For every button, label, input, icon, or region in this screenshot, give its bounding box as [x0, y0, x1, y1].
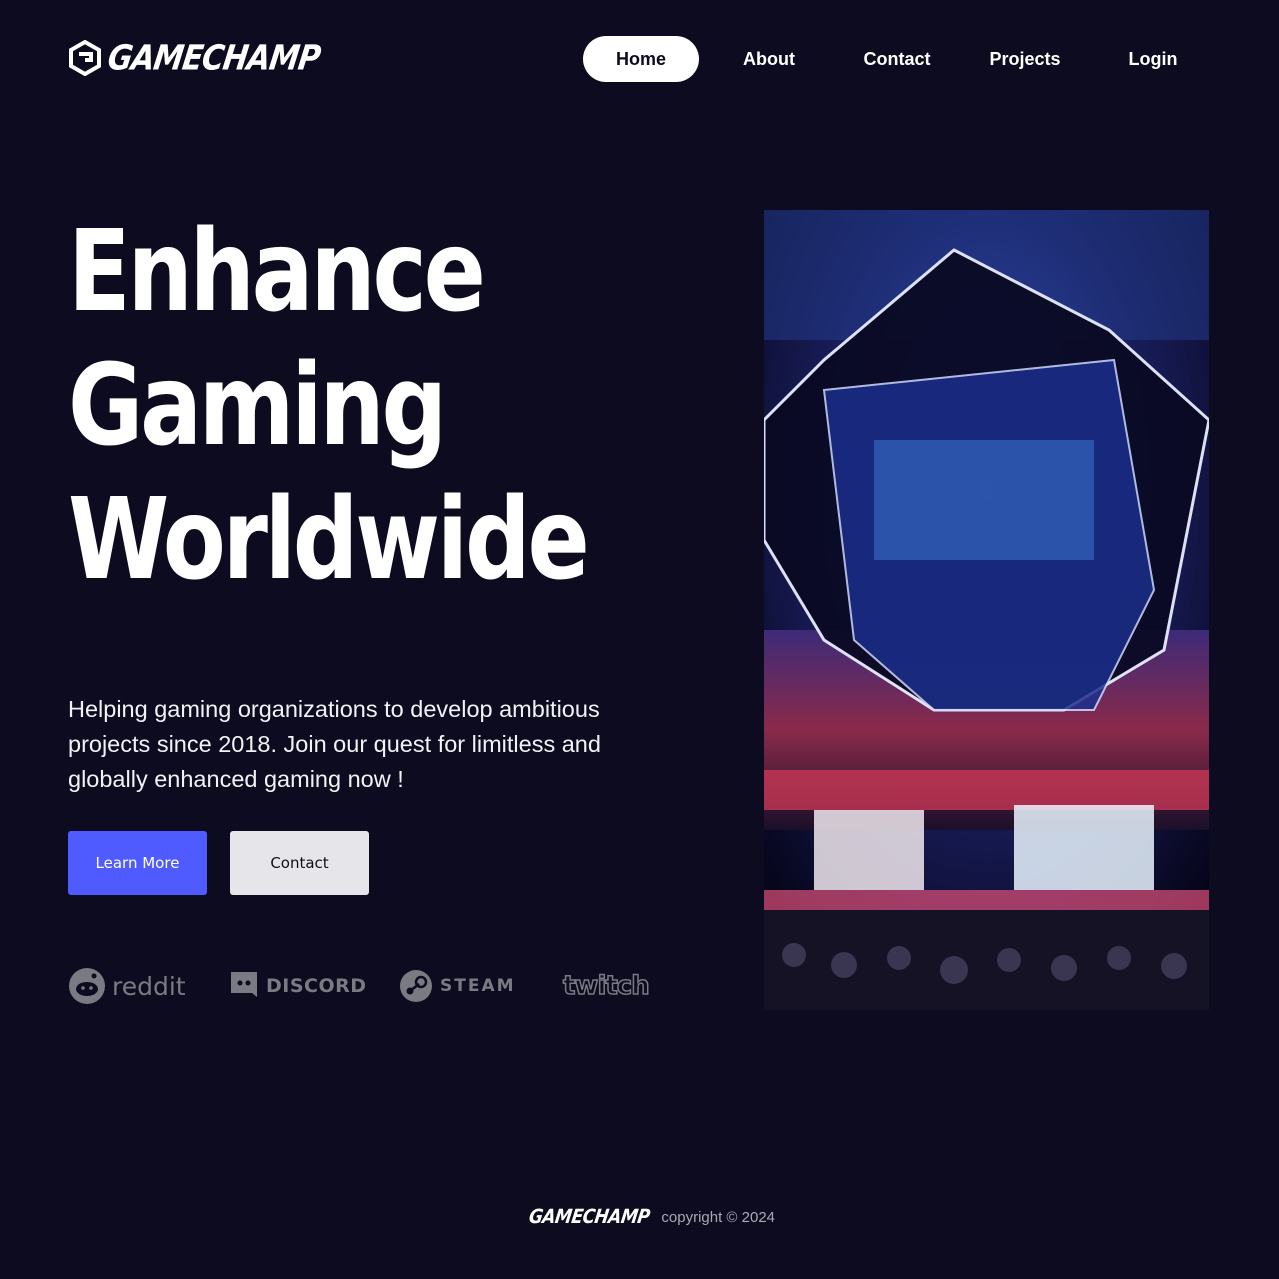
hero-title-line-1: Enhance [68, 207, 486, 337]
steam-icon [400, 970, 432, 1002]
hero-title: Enhance Gaming Worldwide [68, 205, 590, 607]
site-footer: GAMECHAMP copyright © 2024 [527, 1206, 776, 1229]
main-nav: Home About Contact Projects Login [583, 36, 1211, 82]
partner-steam-label: STEAM [440, 976, 516, 996]
hero-title-line-3: Worldwide [68, 475, 590, 605]
partner-discord-label: DISCORD [266, 975, 367, 997]
brand-name: GAMECHAMP [105, 37, 323, 79]
nav-home[interactable]: Home [583, 36, 699, 82]
nav-contact[interactable]: Contact [839, 36, 955, 82]
learn-more-button[interactable]: Learn More [68, 831, 207, 895]
partner-steam: STEAM [398, 962, 516, 1010]
hero-tagline: Helping gaming organizations to develop … [68, 695, 601, 792]
partner-discord: DISCORD [228, 962, 367, 1010]
footer-brand[interactable]: GAMECHAMP [527, 1206, 651, 1229]
contact-button[interactable]: Contact [230, 831, 369, 895]
discord-icon [231, 972, 257, 997]
gamechamp-logo-icon [69, 40, 101, 76]
nav-about[interactable]: About [699, 36, 839, 82]
copyright-text: copyright © 2024 [661, 1208, 776, 1226]
twitch-icon: twitch [562, 970, 650, 1002]
partner-reddit-label: reddit [112, 971, 186, 1001]
nav-projects[interactable]: Projects [955, 36, 1095, 82]
reddit-icon [69, 968, 105, 1004]
hero-title-line-2: Gaming [68, 341, 447, 471]
partner-reddit: reddit [68, 962, 186, 1010]
partner-twitch: twitch [562, 962, 650, 1010]
brand-logo[interactable]: GAMECHAMP [68, 37, 323, 79]
esports-arena-image [764, 210, 1209, 1010]
nav-login[interactable]: Login [1095, 36, 1211, 82]
